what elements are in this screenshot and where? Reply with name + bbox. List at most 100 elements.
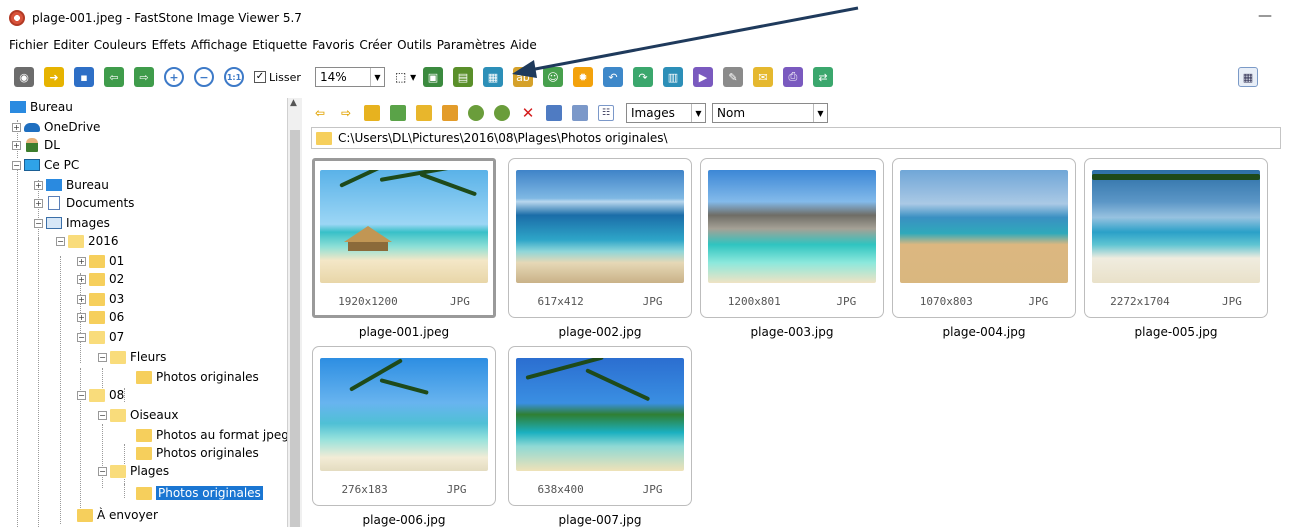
- thumbnail-item[interactable]: 276x183 JPG plage-006.jpg: [312, 346, 496, 527]
- tree-item-documents[interactable]: + Documents: [34, 194, 134, 212]
- thumbnail-item[interactable]: 1070x803 JPG plage-004.jpg: [892, 158, 1076, 339]
- expand-icon[interactable]: +: [34, 180, 43, 190]
- collapse-icon[interactable]: −: [12, 160, 21, 170]
- tree-item-fleurs[interactable]: − Fleurs: [98, 348, 166, 366]
- tree-item-ce-pc[interactable]: − Ce PC: [12, 156, 79, 174]
- folder-copy-icon[interactable]: [416, 105, 432, 121]
- chevron-down-icon[interactable]: ▼: [813, 104, 827, 122]
- thumbnail-item[interactable]: 1920x1200 JPG plage-001.jpeg: [312, 158, 496, 339]
- copy-to-icon[interactable]: ▤: [452, 67, 473, 87]
- rotate-right-icon[interactable]: ↷: [632, 67, 653, 87]
- collapse-icon[interactable]: −: [77, 332, 86, 342]
- expand-icon[interactable]: +: [77, 312, 86, 322]
- lisser-check-mark[interactable]: ✓: [254, 71, 266, 83]
- camera-icon[interactable]: ◉: [14, 67, 34, 87]
- menu-aide[interactable]: Aide: [510, 38, 537, 58]
- previous-icon[interactable]: ⇦: [104, 67, 124, 87]
- rename-icon[interactable]: ab: [512, 67, 533, 87]
- thumbnail-item[interactable]: 617x412 JPG plage-002.jpg: [508, 158, 692, 339]
- collapse-icon[interactable]: −: [77, 390, 86, 400]
- tree-item-photos-originales-plages[interactable]: Photos originales: [136, 484, 263, 502]
- thumbnail-item[interactable]: 2272x1704 JPG plage-005.jpg: [1084, 158, 1268, 339]
- move-to-icon[interactable]: ▦: [482, 67, 503, 87]
- tree-item-dl[interactable]: + DL: [12, 136, 60, 154]
- expand-icon[interactable]: +: [77, 274, 86, 284]
- convert-icon[interactable]: ⇄: [812, 67, 833, 87]
- select-region-icon[interactable]: ⬚ ▾: [395, 70, 417, 84]
- tree-item-a-envoyer[interactable]: À envoyer: [77, 506, 158, 524]
- expand-icon[interactable]: +: [34, 198, 43, 208]
- path-bar[interactable]: C:\Users\DL\Pictures\2016\08\Plages\Phot…: [311, 127, 1281, 149]
- thumbnail-item[interactable]: 1200x801 JPG plage-003.jpg: [700, 158, 884, 339]
- thumbnail-view-icon[interactable]: [546, 105, 562, 121]
- list-view-icon[interactable]: [572, 105, 588, 121]
- print-icon[interactable]: ⎙: [782, 67, 803, 87]
- scrollbar-thumb[interactable]: [290, 130, 300, 527]
- zoom-select[interactable]: 14% ▼: [314, 67, 385, 87]
- slideshow-icon[interactable]: ▶: [692, 67, 713, 87]
- menu-couleurs[interactable]: Couleurs: [94, 38, 147, 58]
- tree-item-photos-originales-oiseaux[interactable]: Photos originales: [136, 444, 259, 462]
- menu-outils[interactable]: Outils: [397, 38, 432, 58]
- tree-item-images[interactable]: − Images: [34, 214, 110, 232]
- tree-item-photos-originales-fleurs[interactable]: Photos originales: [136, 368, 259, 386]
- expand-icon[interactable]: +: [77, 294, 86, 304]
- fit-icon[interactable]: ▣: [422, 67, 443, 87]
- scroll-up-icon[interactable]: ▲: [290, 98, 297, 108]
- menu-parametres[interactable]: Paramètres: [437, 38, 505, 58]
- chevron-down-icon[interactable]: ▼: [369, 68, 384, 86]
- effects-icon[interactable]: ✹: [572, 67, 593, 87]
- email-icon[interactable]: ✉: [752, 67, 773, 87]
- tree-item-08[interactable]: − 08: [77, 386, 124, 404]
- sync-icon[interactable]: [494, 105, 510, 121]
- open-folder-icon[interactable]: ➜: [44, 67, 64, 87]
- compare-icon[interactable]: ▥: [662, 67, 683, 87]
- sort-select[interactable]: Nom ▼: [712, 103, 828, 123]
- zoom-in-icon[interactable]: +: [164, 67, 184, 87]
- chevron-down-icon[interactable]: ▼: [691, 104, 705, 122]
- refresh-icon[interactable]: [468, 105, 484, 121]
- expand-icon[interactable]: +: [12, 140, 21, 150]
- minimize-button[interactable]: —: [1258, 8, 1272, 24]
- tree-item-bureau[interactable]: + Bureau: [34, 176, 109, 194]
- tree-item-01[interactable]: + 01: [77, 252, 124, 270]
- next-icon[interactable]: ⇨: [134, 67, 154, 87]
- tree-item-2016[interactable]: − 2016: [56, 232, 119, 250]
- collapse-icon[interactable]: −: [56, 236, 65, 246]
- new-folder-icon[interactable]: [390, 105, 406, 121]
- thumbnail-item[interactable]: 638x400 JPG plage-007.jpg: [508, 346, 692, 527]
- draw-icon[interactable]: ✎: [722, 67, 743, 87]
- menu-creer[interactable]: Créer: [359, 38, 392, 58]
- tree-item-onedrive[interactable]: + OneDrive: [12, 118, 100, 136]
- details-view-icon[interactable]: ☷: [598, 105, 614, 121]
- tree-item-03[interactable]: + 03: [77, 290, 124, 308]
- save-icon[interactable]: ▪: [74, 67, 94, 87]
- tree-scrollbar[interactable]: ▲: [288, 98, 302, 527]
- lisser-checkbox[interactable]: ✓ Lisser: [254, 71, 301, 84]
- menu-favoris[interactable]: Favoris: [312, 38, 354, 58]
- contact-icon[interactable]: ☺: [542, 67, 563, 87]
- delete-icon[interactable]: ✕: [520, 104, 536, 122]
- menu-editer[interactable]: Editer: [53, 38, 89, 58]
- collapse-icon[interactable]: −: [98, 410, 107, 420]
- tree-item-06[interactable]: + 06: [77, 308, 124, 326]
- layout-icon[interactable]: ▦: [1238, 67, 1258, 87]
- menu-fichier[interactable]: Fichier: [9, 38, 48, 58]
- filter-select[interactable]: Images ▼: [626, 103, 706, 123]
- back-icon[interactable]: ⇦: [312, 105, 328, 121]
- collapse-icon[interactable]: −: [98, 352, 107, 362]
- menu-etiquette[interactable]: Etiquette: [252, 38, 307, 58]
- folder-up-icon[interactable]: [364, 105, 380, 121]
- tree-item-plages[interactable]: − Plages: [98, 462, 169, 480]
- expand-icon[interactable]: +: [77, 256, 86, 266]
- forward-icon[interactable]: ⇨: [338, 105, 354, 121]
- expand-icon[interactable]: +: [12, 122, 21, 132]
- tree-item-oiseaux[interactable]: − Oiseaux: [98, 406, 178, 424]
- collapse-icon[interactable]: −: [34, 218, 43, 228]
- actual-size-icon[interactable]: 1:1: [224, 67, 244, 87]
- rotate-left-icon[interactable]: ↶: [602, 67, 623, 87]
- tree-item-photos-format-jpeg[interactable]: Photos au format jpeg: [136, 426, 287, 444]
- menu-effets[interactable]: Effets: [152, 38, 186, 58]
- tree-item-02[interactable]: + 02: [77, 270, 124, 288]
- folder-move-icon[interactable]: [442, 105, 458, 121]
